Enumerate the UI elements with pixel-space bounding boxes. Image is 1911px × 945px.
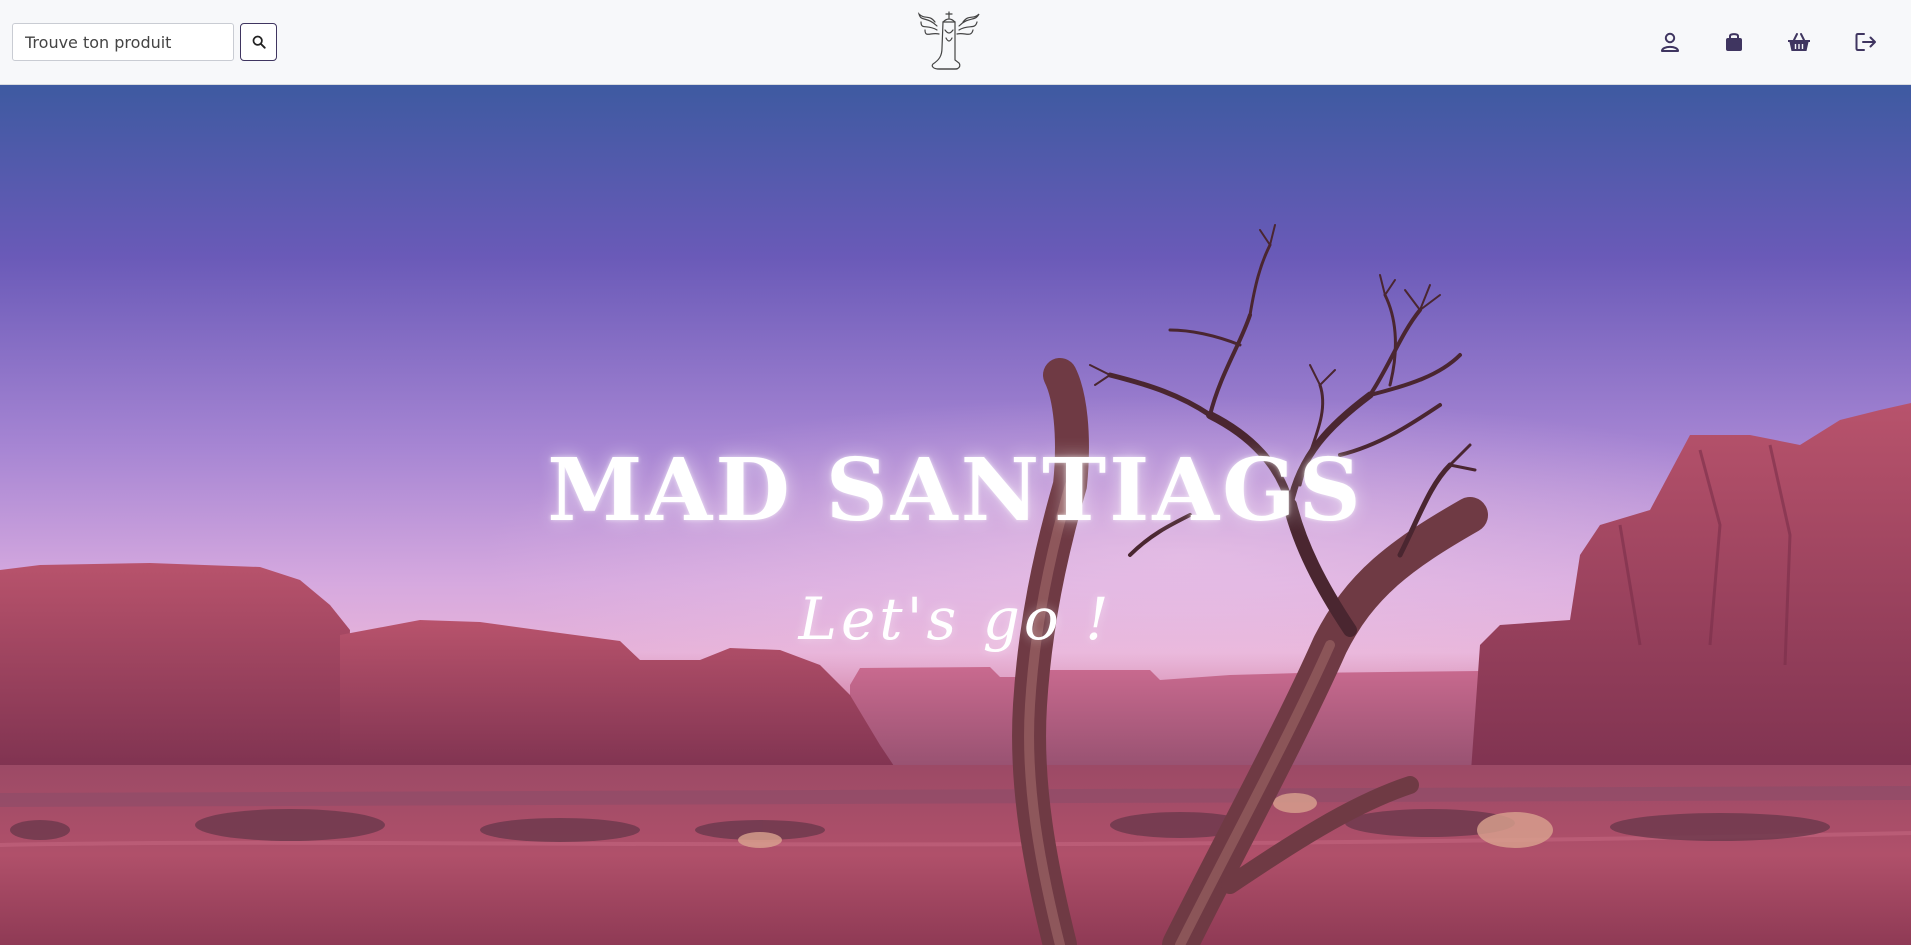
search-form xyxy=(12,23,277,61)
brand-logo[interactable] xyxy=(915,8,983,74)
search-icon xyxy=(252,35,266,49)
orders-button[interactable] xyxy=(1716,24,1752,60)
account-button[interactable] xyxy=(1652,24,1688,60)
logout-button[interactable] xyxy=(1848,24,1884,60)
search-input[interactable] xyxy=(12,23,234,61)
account-button[interactable] xyxy=(1352,24,1388,60)
search-button[interactable] xyxy=(240,23,277,61)
basket-icon xyxy=(1788,33,1810,51)
shopping-bag-icon xyxy=(1726,33,1742,51)
logout-icon xyxy=(1855,33,1876,51)
hero-title: MAD SANTIAGS xyxy=(547,440,1364,541)
winged-cowboy-boot-logo xyxy=(917,11,980,70)
hero-subtitle: Let's go ! xyxy=(798,585,1113,653)
cart-button[interactable] xyxy=(1781,24,1817,60)
hero-banner: MAD SANTIAGS Let's go ! xyxy=(0,85,1911,945)
user-icon xyxy=(1661,32,1679,52)
top-navbar xyxy=(0,0,1911,85)
